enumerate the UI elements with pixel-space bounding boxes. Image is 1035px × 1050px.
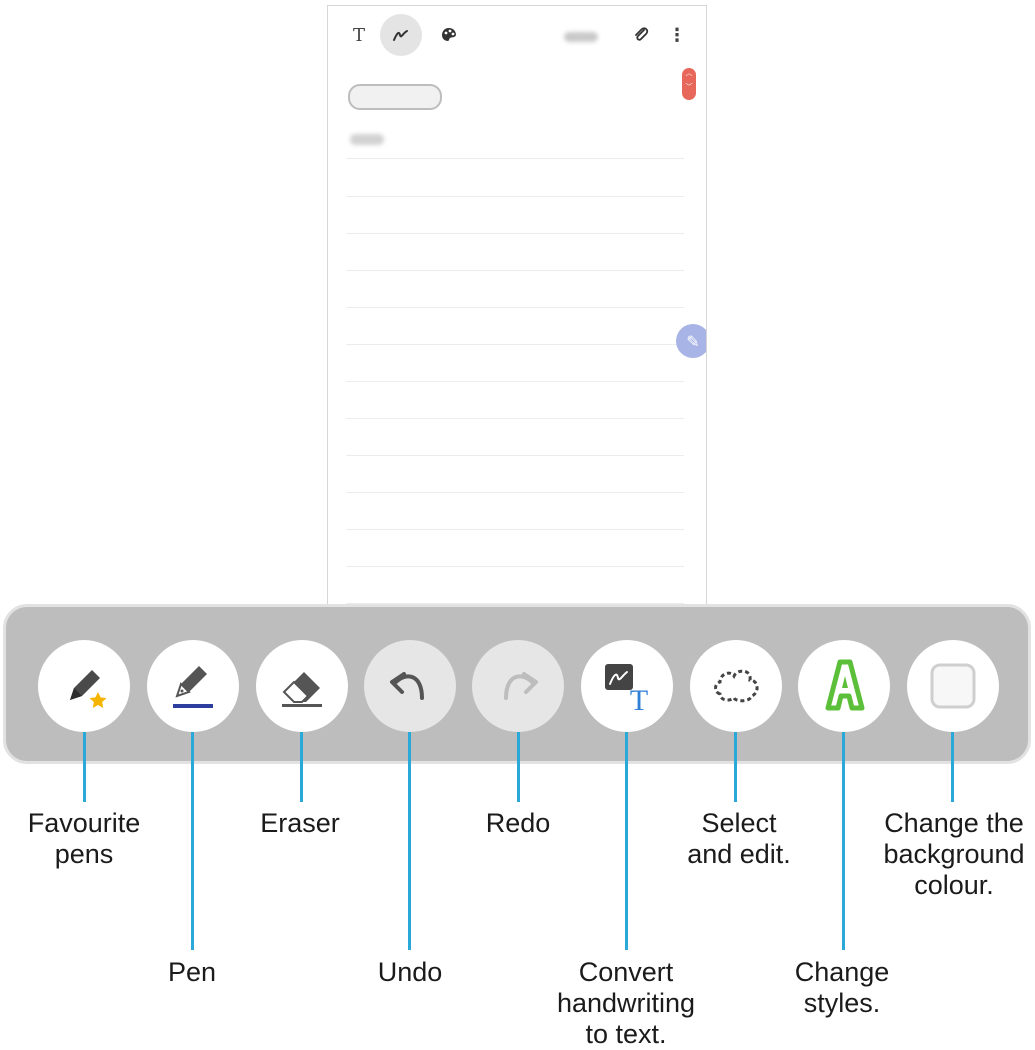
eraser-button[interactable] [256,640,348,732]
more-options-icon[interactable]: ⋮ [660,18,694,52]
callout-line [842,732,845,950]
notes-screen: T ⋮ ︿ ﹀ ✎ [327,5,707,630]
select-and-edit-button[interactable] [690,640,782,732]
paper-line [346,307,684,308]
pen-button[interactable] [147,640,239,732]
redo-button[interactable] [472,640,564,732]
title-field[interactable] [350,134,384,145]
callout-line [300,732,303,802]
paper-line [346,270,684,271]
fountain-pen-icon [173,666,213,708]
palette-icon[interactable] [432,18,466,52]
paper-line [346,344,684,345]
styles-label: Change styles. [794,957,890,1018]
pen-label: Pen [167,957,217,987]
handwriting-to-text-icon: T [605,664,648,717]
save-button[interactable] [564,32,598,42]
paper-line [346,492,684,493]
paper-line [346,529,684,530]
lasso-select-icon [714,669,759,703]
floating-pen-icon[interactable]: ✎ [676,324,706,358]
undo-button[interactable] [364,640,456,732]
paper-line [346,381,684,382]
category-chip[interactable] [348,84,442,110]
paper-line [346,418,684,419]
svg-text:T: T [630,684,648,717]
callout-line [734,732,737,802]
undo-label: Undo [377,957,443,987]
callout-line [191,732,194,950]
note-toolbar: T ⋮ [328,6,706,62]
letter-style-icon [825,659,865,711]
eraser-label: Eraser [260,808,340,838]
favourite-pens-button[interactable] [38,640,130,732]
convert-label: Convert handwriting to text. [556,957,696,1049]
attach-icon[interactable] [624,18,658,52]
callout-line [951,732,954,802]
paper-line [346,233,684,234]
callout-line [517,732,520,802]
callout-line [408,732,411,950]
callout-line [625,732,628,950]
background-colour-icon [930,663,976,709]
handwriting-mode-icon[interactable] [380,14,422,56]
undo-icon [390,672,424,700]
background-label: Change the background colour. [883,808,1025,900]
text-mode-icon[interactable]: T [342,18,376,52]
paper-line [346,455,684,456]
redo-icon [504,672,538,700]
paper-line [346,566,684,567]
redo-label: Redo [485,808,551,838]
paper-line [346,158,684,159]
paper-line [346,196,684,197]
favourite-pens-label: Favourite pens [27,808,141,869]
select-label: Select and edit. [687,808,791,869]
convert-handwriting-button[interactable]: T [581,640,673,732]
eraser-icon [282,672,322,707]
callout-line [83,732,86,802]
background-colour-button[interactable] [907,640,999,732]
scroll-handle[interactable]: ︿ ﹀ [682,68,696,100]
pen-star-icon [70,670,107,708]
change-styles-button[interactable] [798,640,890,732]
